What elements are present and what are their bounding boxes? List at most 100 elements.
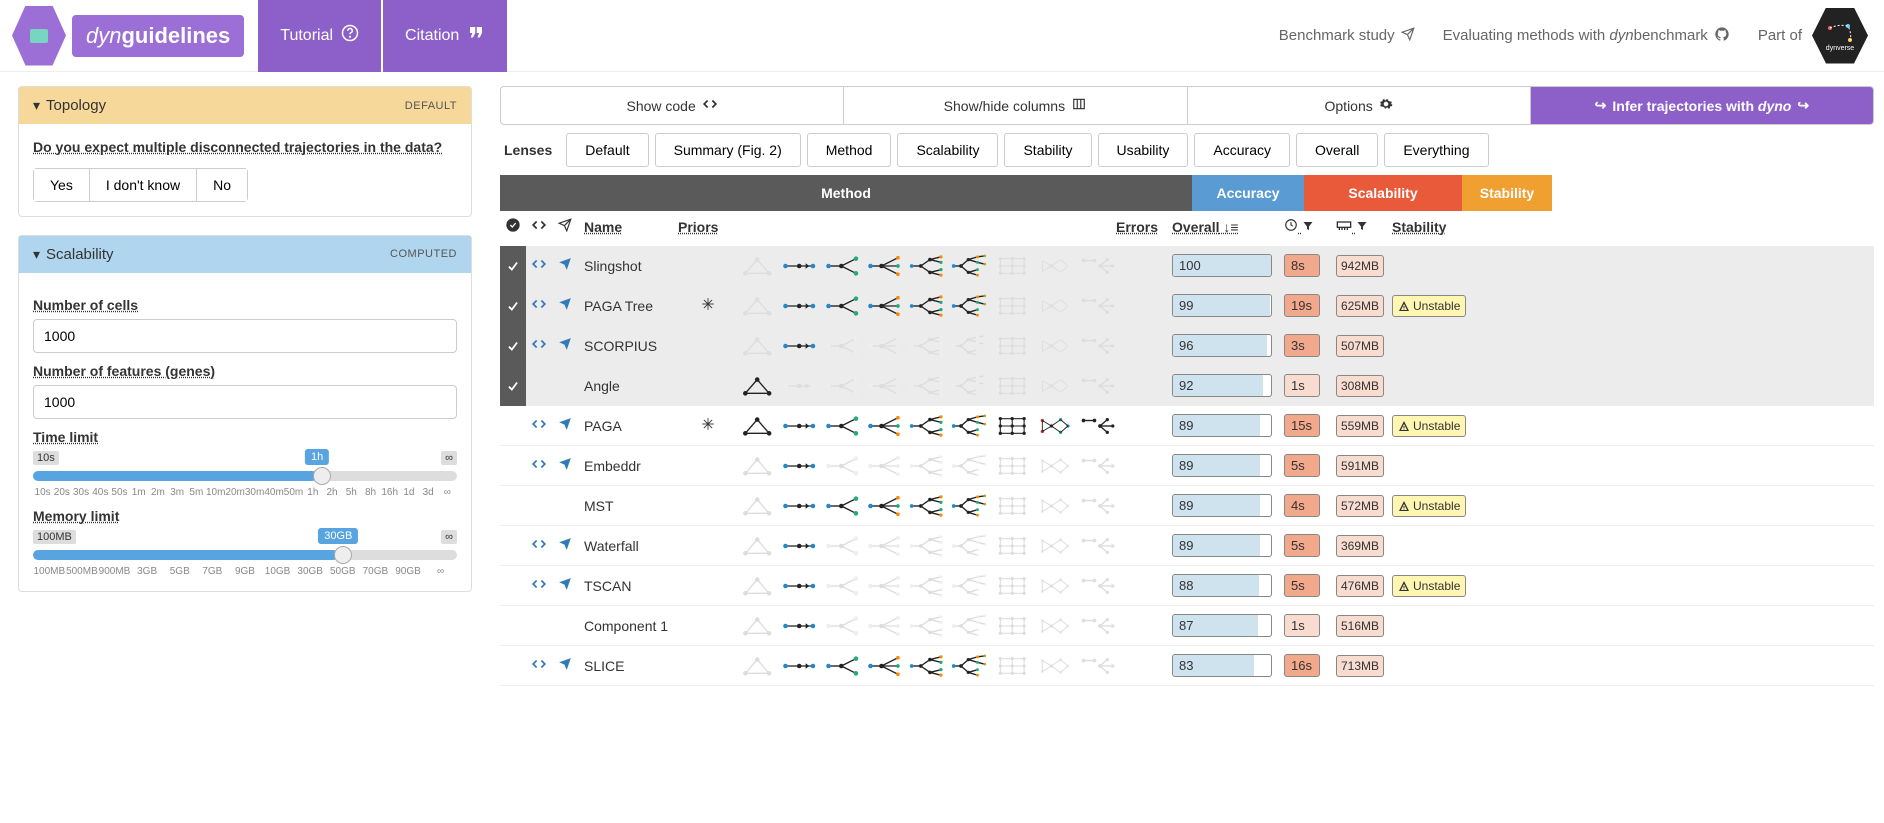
slider-thumb[interactable] <box>334 546 352 564</box>
method-name[interactable]: TSCAN <box>578 578 678 594</box>
code-icon[interactable] <box>526 297 552 314</box>
method-name[interactable]: Embeddr <box>578 458 678 474</box>
options-button[interactable]: Options <box>1188 87 1531 124</box>
col-name[interactable]: Name <box>578 219 678 235</box>
code-icon[interactable] <box>526 457 552 474</box>
topology-header[interactable]: ▾ Topology DEFAULT <box>19 87 471 124</box>
col-code[interactable] <box>526 218 552 235</box>
paper-plane-icon[interactable] <box>552 337 578 354</box>
row-checkbox[interactable] <box>500 606 526 646</box>
row-checkbox[interactable] <box>500 406 526 446</box>
code-icon[interactable] <box>526 657 552 674</box>
showcols-button[interactable]: Show/hide columns <box>844 87 1187 124</box>
mem-slider[interactable]: 100MB ∞ 30GB 100MB500MB900MB3GB5GB7GB9GB… <box>33 530 457 577</box>
nfeat-input[interactable] <box>33 385 457 419</box>
method-name[interactable]: Slingshot <box>578 258 678 274</box>
overall-cell[interactable]: 92 <box>1166 374 1278 397</box>
overall-cell[interactable]: 99 <box>1166 294 1278 317</box>
code-icon[interactable] <box>526 577 552 594</box>
col-send[interactable] <box>552 218 578 235</box>
overall-cell[interactable]: 96 <box>1166 334 1278 357</box>
col-priors[interactable]: Priors <box>678 219 738 235</box>
col-time[interactable] <box>1278 218 1330 235</box>
row-checkbox[interactable] <box>500 246 526 286</box>
paper-plane-icon[interactable] <box>552 257 578 274</box>
lens-summary-fig-2-[interactable]: Summary (Fig. 2) <box>655 133 801 167</box>
method-name[interactable]: PAGA <box>578 418 678 434</box>
method-name[interactable]: Component 1 <box>578 618 678 634</box>
paper-plane-icon[interactable] <box>552 577 578 594</box>
slider-thumb[interactable] <box>313 467 331 485</box>
cat-accuracy[interactable]: Accuracy <box>1192 175 1304 211</box>
paper-plane-icon[interactable] <box>552 657 578 674</box>
time-value-badge: 1h <box>305 449 329 465</box>
topology-icon <box>780 534 818 558</box>
topology-icon <box>823 414 861 438</box>
method-name[interactable]: PAGA Tree <box>578 298 678 314</box>
code-icon[interactable] <box>526 257 552 274</box>
topology-no-button[interactable]: No <box>197 169 247 201</box>
overall-cell[interactable]: 87 <box>1166 614 1278 637</box>
topology-dontknow-button[interactable]: I don't know <box>90 169 197 201</box>
topology-icon <box>908 494 946 518</box>
topology-icon <box>780 494 818 518</box>
row-checkbox[interactable] <box>500 326 526 366</box>
lens-accuracy[interactable]: Accuracy <box>1194 133 1290 167</box>
scalability-header[interactable]: ▾ Scalability COMPUTED <box>19 236 471 273</box>
paper-plane-icon[interactable] <box>552 417 578 434</box>
logo-area[interactable]: dynguidelines <box>0 6 256 66</box>
overall-cell[interactable]: 89 <box>1166 454 1278 477</box>
benchmark-link[interactable]: Benchmark study <box>1279 27 1415 45</box>
citation-button[interactable]: Citation <box>383 0 507 72</box>
paper-plane-icon[interactable] <box>552 297 578 314</box>
row-checkbox[interactable] <box>500 366 526 406</box>
col-selected[interactable] <box>500 217 526 236</box>
tutorial-button[interactable]: Tutorial <box>258 0 381 72</box>
code-icon[interactable] <box>526 537 552 554</box>
method-name[interactable]: Angle <box>578 378 678 394</box>
method-name[interactable]: MST <box>578 498 678 514</box>
row-checkbox[interactable] <box>500 286 526 326</box>
overall-cell[interactable]: 100 <box>1166 254 1278 277</box>
row-checkbox[interactable] <box>500 526 526 566</box>
overall-cell[interactable]: 88 <box>1166 574 1278 597</box>
ncells-input[interactable] <box>33 319 457 353</box>
lens-usability[interactable]: Usability <box>1098 133 1189 167</box>
col-stability[interactable]: Stability <box>1386 219 1476 235</box>
paper-plane-icon[interactable] <box>552 537 578 554</box>
dynverse-badge-icon[interactable]: dynverse <box>1812 8 1868 64</box>
cat-scalability[interactable]: Scalability <box>1304 175 1462 211</box>
cat-stability[interactable]: Stability <box>1462 175 1552 211</box>
topology-icon <box>1035 374 1073 398</box>
dynbenchmark-link[interactable]: Evaluating methods with dynbenchmark <box>1443 26 1730 46</box>
lens-method[interactable]: Method <box>807 133 892 167</box>
code-icon[interactable] <box>526 417 552 434</box>
method-name[interactable]: Waterfall <box>578 538 678 554</box>
lens-everything[interactable]: Everything <box>1384 133 1488 167</box>
topology-icon <box>1035 614 1073 638</box>
method-name[interactable]: SCORPIUS <box>578 338 678 354</box>
lens-default[interactable]: Default <box>566 133 648 167</box>
overall-cell[interactable]: 89 <box>1166 414 1278 437</box>
paper-plane-icon[interactable] <box>552 457 578 474</box>
topology-yes-button[interactable]: Yes <box>34 169 90 201</box>
method-name[interactable]: SLICE <box>578 658 678 674</box>
showcode-button[interactable]: Show code <box>501 87 844 124</box>
row-checkbox[interactable] <box>500 446 526 486</box>
col-overall[interactable]: Overall ↓≡ <box>1166 219 1278 235</box>
overall-cell[interactable]: 89 <box>1166 534 1278 557</box>
overall-cell[interactable]: 83 <box>1166 654 1278 677</box>
time-slider[interactable]: 10s ∞ 1h 10s20s30s40s50s1m2m3m5m10m20m30… <box>33 451 457 498</box>
row-checkbox[interactable] <box>500 486 526 526</box>
infer-button[interactable]: ↪ Infer trajectories with dyno ↪ <box>1531 87 1873 124</box>
code-icon[interactable] <box>526 337 552 354</box>
col-memory[interactable] <box>1330 219 1386 235</box>
lens-scalability[interactable]: Scalability <box>897 133 998 167</box>
col-errors[interactable]: Errors <box>1116 219 1166 235</box>
topology-icon <box>738 374 776 398</box>
row-checkbox[interactable] <box>500 646 526 686</box>
lens-stability[interactable]: Stability <box>1004 133 1091 167</box>
lens-overall[interactable]: Overall <box>1296 133 1378 167</box>
row-checkbox[interactable] <box>500 566 526 606</box>
overall-cell[interactable]: 89 <box>1166 494 1278 517</box>
